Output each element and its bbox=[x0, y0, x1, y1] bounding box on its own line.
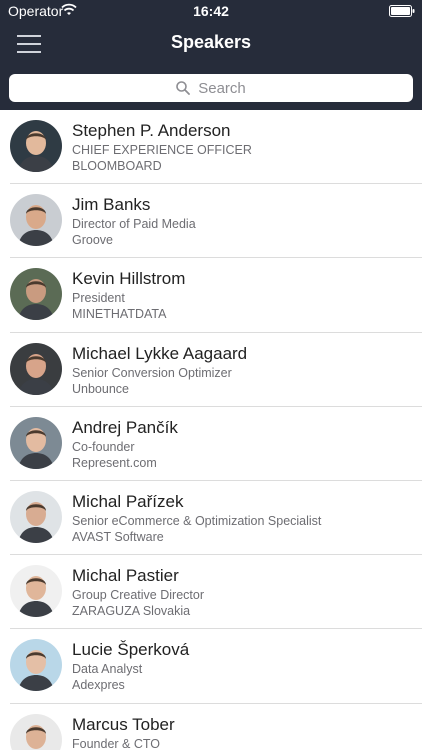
speaker-row[interactable]: Stephen P. Anderson CHIEF EXPERIENCE OFFI… bbox=[0, 110, 422, 185]
speaker-name: Marcus Tober bbox=[72, 714, 175, 734]
speaker-row[interactable]: Lucie Šperková Data Analyst Adexpres bbox=[0, 629, 422, 704]
speaker-role: Founder & CTO bbox=[72, 736, 161, 750]
speaker-role: CHIEF EXPERIENCE OFFICER bbox=[72, 143, 252, 157]
speaker-company: BLOOMBOARD bbox=[72, 159, 162, 173]
speaker-row[interactable]: Marcus ToberFounder & CTOSearchmetrics bbox=[0, 704, 422, 750]
speaker-name: Andrej Pančík bbox=[72, 417, 178, 437]
speaker-company: Represent.com bbox=[72, 455, 157, 470]
avatar bbox=[10, 639, 62, 692]
speaker-company: ZARAGUZA Slovakia bbox=[72, 604, 191, 619]
clock: 16:42 bbox=[193, 3, 229, 19]
search-placeholder: Search bbox=[198, 79, 246, 97]
speaker-role: Senior eCommerce & Optimization Speciali… bbox=[72, 513, 322, 528]
speaker-row[interactable]: Michael Lykke Aagaard Senior Conversion O… bbox=[0, 333, 422, 407]
speaker-name: Stephen P. Anderson bbox=[72, 121, 231, 140]
speaker-company: Adexpres bbox=[72, 678, 125, 693]
battery-icon bbox=[389, 5, 415, 17]
avatar bbox=[10, 565, 62, 618]
speaker-name: Kevin Hillstrom bbox=[72, 269, 186, 289]
avatar bbox=[10, 194, 62, 247]
speaker-role: Senior Conversion Optimizer bbox=[72, 365, 232, 380]
search-icon bbox=[176, 81, 191, 95]
nav-bar: Speakers bbox=[0, 22, 422, 66]
avatar bbox=[10, 713, 62, 750]
speaker-role: Group Creative Director bbox=[72, 588, 204, 603]
status-bar: Operator 16:42 bbox=[0, 0, 422, 22]
speaker-company: MINETHATDATA bbox=[72, 307, 167, 322]
page-title: Speakers bbox=[170, 32, 252, 52]
speaker-name: Lucie Šperková bbox=[72, 640, 190, 660]
search-input[interactable]: Search bbox=[9, 74, 413, 102]
speaker-company: Unbounce bbox=[72, 381, 129, 396]
speaker-role: President bbox=[72, 291, 125, 306]
speaker-row[interactable]: Michal Pastier Group Creative Director ZAR… bbox=[0, 555, 422, 630]
header: Operator 16:42 Speakers Search bbox=[0, 0, 422, 110]
speaker-role: Co-founder bbox=[72, 439, 135, 454]
speaker-name: Michal Pařízek bbox=[72, 491, 184, 511]
speaker-company: AVAST Software bbox=[72, 529, 164, 544]
avatar bbox=[10, 120, 62, 172]
avatar bbox=[10, 490, 62, 543]
avatar bbox=[10, 342, 62, 395]
speaker-row[interactable]: Kevin Hillstrom President MINETHATDATA bbox=[0, 258, 422, 333]
speaker-row[interactable]: Andrej Pančík Co-founder Represent.com bbox=[0, 407, 422, 482]
speaker-name: Michal Pastier bbox=[72, 566, 179, 586]
speaker-role: Data Analyst bbox=[72, 662, 143, 677]
speaker-role: Director of Paid Media bbox=[72, 217, 196, 232]
speaker-row[interactable]: Jim Banks Director of Paid Media Groove bbox=[0, 184, 422, 259]
speaker-list: Stephen P. Anderson CHIEF EXPERIENCE OFFI… bbox=[0, 110, 422, 750]
speaker-row[interactable]: Michal Pařízek Senior eCommerce & Optimiz… bbox=[0, 481, 422, 556]
avatar bbox=[10, 268, 62, 321]
avatar bbox=[10, 416, 62, 469]
speaker-company: Groove bbox=[72, 233, 113, 248]
speaker-name: Jim Banks bbox=[72, 195, 151, 215]
speaker-name: Michael Lykke Aagaard bbox=[72, 343, 248, 363]
